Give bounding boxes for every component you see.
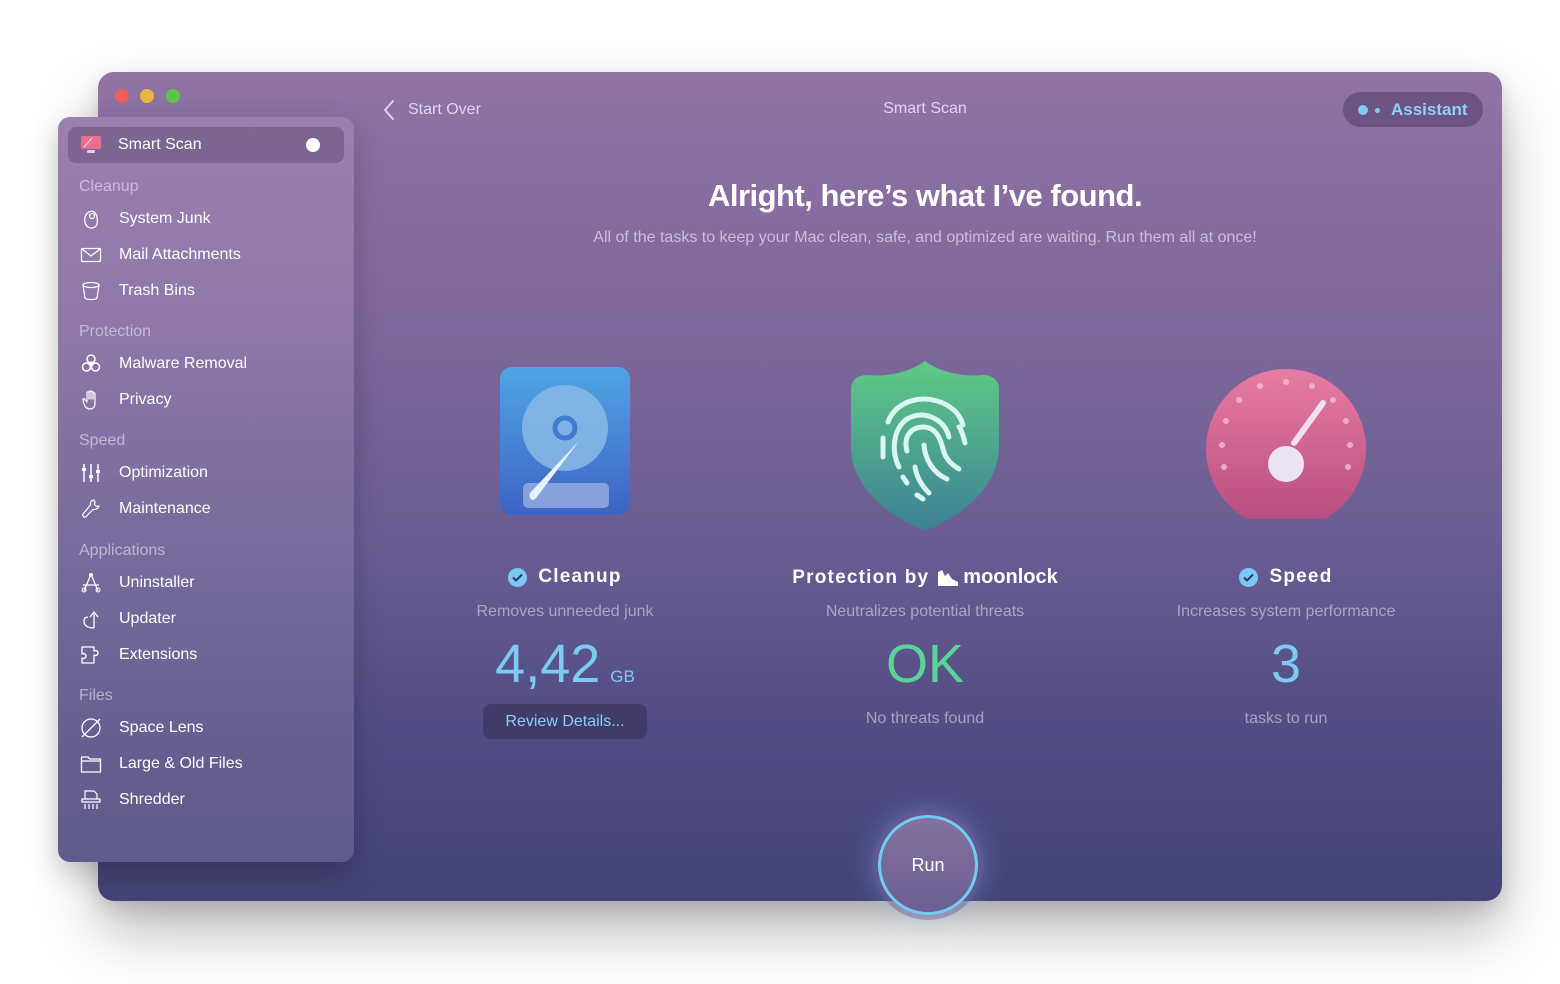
sidebar-item-trash-bins[interactable]: Trash Bins [78,277,338,305]
wrench-icon [82,499,100,518]
protection-title: Protection by moonlock [745,566,1105,589]
sidebar-item-label: Extensions [119,646,198,663]
cleanup-title: Cleanup [385,566,745,588]
review-details-button[interactable]: Review Details... [483,704,647,739]
sidebar-item-label: Trash Bins [119,282,195,299]
monitor-scan-icon [81,136,101,153]
cleanup-description: Removes unneeded junk [476,603,654,620]
chevron-left-icon [384,100,394,120]
sidebar-item-extensions[interactable]: Extensions [78,641,338,669]
sidebar-item-smart-scan[interactable]: Smart Scan [68,127,344,163]
cleanup-size-unit: GB [610,667,635,686]
start-over-button[interactable]: Start Over [382,98,481,122]
start-over-label: Start Over [408,101,481,118]
sidebar-item-label: Space Lens [119,719,204,736]
speed-title-text: Speed [1269,566,1333,587]
protection-description: Neutralizes potential threats [825,603,1025,620]
maximize-window-button[interactable] [166,89,180,103]
speedometer-icon [1206,369,1366,519]
assistant-button[interactable]: Assistant [1343,92,1483,127]
hand-icon [82,390,96,410]
system-junk-icon [84,210,99,229]
assistant-dot-icon [1358,105,1368,115]
cleanup-card: Cleanup Removes unneeded junk 4,42 GB Rev… [385,355,745,739]
sidebar-item-label: Uninstaller [119,574,195,591]
biohazard-icon [81,354,101,372]
sliders-icon [82,464,100,482]
sidebar-item-label: Large & Old Files [119,755,243,772]
sidebar-section-files: Files [79,687,113,704]
fingerprint-shield-icon [851,361,999,531]
sidebar: Smart Scan Cleanup System Junk Mail Atta… [58,117,354,862]
sidebar-section-applications: Applications [79,542,166,559]
check-icon [508,567,528,587]
sidebar-item-optimization[interactable]: Optimization [78,459,338,487]
sidebar-item-system-junk[interactable]: System Junk [78,205,338,233]
trash-bin-icon [82,281,100,301]
sidebar-item-uninstaller[interactable]: Uninstaller [78,569,338,597]
sidebar-item-privacy[interactable]: Privacy [78,386,338,414]
speed-description: Increases system performance [1176,603,1396,620]
cleanup-title-text: Cleanup [538,566,622,587]
sidebar-section-protection: Protection [79,323,152,340]
sidebar-item-mail-attachments[interactable]: Mail Attachments [78,241,338,269]
minimize-window-button[interactable] [140,89,154,103]
speed-tasks-value: 3 [1270,634,1302,694]
scan-status-dot [306,138,320,152]
run-button[interactable]: Run [878,815,978,915]
sidebar-item-label: Optimization [119,464,208,481]
sidebar-section-speed: Speed [79,432,126,449]
results-subline: All of the tasks to keep your Mac clean,… [593,229,1257,246]
sidebar-item-space-lens[interactable]: Space Lens [78,714,338,742]
speed-title: Speed [1106,566,1466,588]
hard-drive-icon [500,367,630,515]
sidebar-item-label: Smart Scan [118,136,202,153]
window-title: Smart Scan [883,100,967,117]
sidebar-item-large-old-files[interactable]: Large & Old Files [78,750,338,778]
updater-arrow-icon [83,611,99,629]
protection-note: No threats found [865,710,985,727]
sidebar-item-label: Malware Removal [119,355,248,372]
speed-card: Speed Increases system performance 3 tas… [1106,355,1466,727]
sidebar-item-label: Shredder [119,791,185,808]
speed-note: tasks to run [1244,710,1328,727]
planet-icon [81,718,101,738]
sidebar-item-maintenance[interactable]: Maintenance [78,495,338,523]
moonlock-mark-icon [938,569,959,586]
protection-card: Protection by moonlock Neutralizes poten… [745,355,1105,727]
close-window-button[interactable] [115,89,129,103]
sidebar-item-label: System Junk [119,210,211,227]
sidebar-item-label: Updater [119,610,176,627]
assistant-label: Assistant [1391,100,1468,119]
sidebar-item-updater[interactable]: Updater [78,605,338,633]
folder-icon [80,756,102,773]
shredder-icon [81,790,101,809]
results-headline: Alright, here’s what I’ve found. [707,178,1143,213]
sidebar-section-cleanup: Cleanup [79,178,139,195]
cleanup-size-value: 4,42 GB [385,633,745,695]
cleanup-size-number: 4,42 [495,634,601,694]
uninstaller-icon [81,573,101,593]
protection-title-text: Protection by [792,566,930,588]
sidebar-item-malware-removal[interactable]: Malware Removal [78,350,338,378]
sidebar-item-label: Maintenance [119,500,211,517]
sidebar-item-label: Privacy [119,391,172,408]
puzzle-icon [81,646,99,664]
moonlock-brand-text: moonlock [963,566,1058,588]
sidebar-item-shredder[interactable]: Shredder [78,786,338,814]
sidebar-item-label: Mail Attachments [119,246,241,263]
check-icon [1239,567,1259,587]
mail-icon [80,247,102,263]
assistant-dot-small-icon [1375,108,1380,113]
protection-status-value: OK [885,634,965,694]
moonlock-logo: moonlock [938,566,1058,589]
